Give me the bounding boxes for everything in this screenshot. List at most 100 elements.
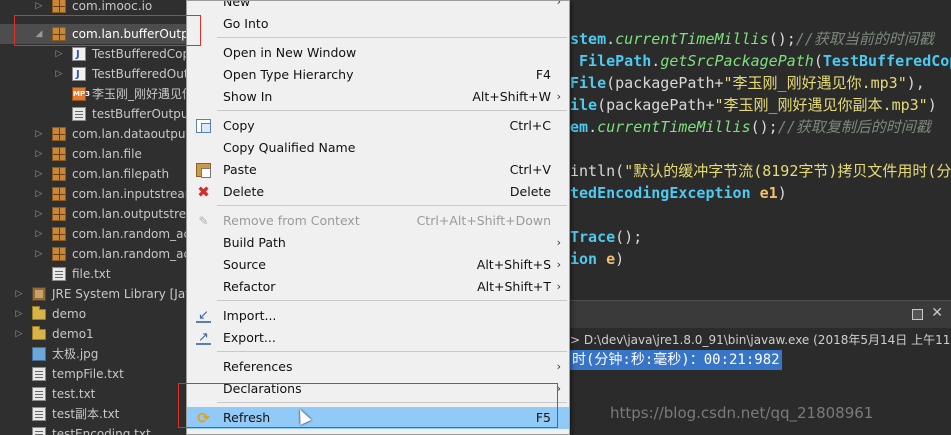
- tree-item-label: test.txt: [52, 387, 96, 401]
- menu-separator: [217, 37, 567, 38]
- tree-item[interactable]: ▷ com.lan.random_access2: [0, 244, 192, 264]
- expand-arrow-icon[interactable]: ▷: [54, 44, 64, 64]
- expand-arrow-icon[interactable]: ▷: [34, 164, 44, 184]
- tree-item[interactable]: ▷ demo: [0, 304, 192, 324]
- tree-item[interactable]: ▷ com.lan.file: [0, 144, 192, 164]
- java-glyph: J: [76, 69, 80, 80]
- context-menu: New › Go Into Open in New Window Open Type H…: [186, 0, 570, 435]
- code-token: (packagePath+: [606, 74, 724, 92]
- menu-item-label: Refresh: [223, 410, 271, 425]
- menu-item-paste[interactable]: Paste Ctrl+V: [187, 159, 569, 181]
- tree-item[interactable]: ▷ J TestBufferedOutputstream.java: [0, 64, 192, 84]
- java-file-icon: J: [72, 67, 86, 81]
- close-icon[interactable]: ✕: [931, 305, 943, 321]
- menu-item-delete[interactable]: ✖ Delete Delete: [187, 181, 569, 203]
- menu-item-refresh[interactable]: ⟳ Refresh F5: [187, 407, 569, 429]
- menu-separator: [217, 110, 567, 111]
- code-line: stem.currentTimeMillis();//获取当前的时间戳: [570, 28, 934, 50]
- menu-item-label: Paste: [223, 162, 257, 177]
- menu-item-label: New: [223, 0, 251, 9]
- tree-item[interactable]: test.txt: [0, 384, 192, 404]
- code-token: ile: [570, 96, 598, 114]
- menu-item-references[interactable]: References ›: [187, 356, 569, 378]
- package-icon: [52, 187, 66, 201]
- expand-arrow-icon[interactable]: ▷: [34, 244, 44, 264]
- menu-item-source[interactable]: Source Alt+Shift+S ›: [187, 254, 569, 276]
- code-token: tedEncodingException: [570, 184, 751, 202]
- tree-item[interactable]: MP3李玉刚_刚好遇见你.mp3: [0, 84, 192, 104]
- menu-item-open-type-hierarchy[interactable]: Open Type Hierarchy F4: [187, 64, 569, 86]
- package-icon: [52, 27, 66, 41]
- tree-item-label: JRE System Library [JavaSE-1.8]: [52, 287, 192, 301]
- tree-item[interactable]: ▷ com.lan.random_access: [0, 224, 192, 244]
- tree-item[interactable]: testBufferOutputstream.txt: [0, 104, 192, 124]
- menu-item-show-in[interactable]: Show In Alt+Shift+W ›: [187, 86, 569, 108]
- tree-item-label: testEncoding.txt: [52, 427, 151, 435]
- code-token: currentTimeMillis: [597, 118, 751, 136]
- tree-item[interactable]: ▷ com.lan.filepath: [0, 164, 192, 184]
- tree-item[interactable]: ▷ com.lan.dataoutputstream: [0, 124, 192, 144]
- code-token: ): [927, 96, 937, 114]
- expand-arrow-icon[interactable]: ▷: [34, 0, 44, 16]
- menu-item-import[interactable]: Import...: [187, 305, 569, 327]
- code-token: "默认的缓冲字节流(8192字节)拷贝文件用时(分钟:秒:毫秒)": [624, 162, 951, 180]
- menu-separator: [217, 205, 567, 206]
- minimize-icon[interactable]: [912, 309, 923, 320]
- code-line: intln("默认的缓冲字节流(8192字节)拷贝文件用时(分钟:秒:毫秒)": [570, 160, 951, 182]
- submenu-arrow-icon: ›: [556, 280, 561, 293]
- code-token: em: [570, 118, 589, 136]
- tree-item[interactable]: ▷ J TestBufferedCopy.java: [0, 44, 192, 64]
- expand-arrow-icon[interactable]: ▷: [34, 124, 44, 144]
- console-output-selection[interactable]: 时(分钟:秒:毫秒)：00:21:982: [570, 350, 782, 370]
- tree-item[interactable]: ▷ demo1: [0, 324, 192, 344]
- tree-item[interactable]: ▷ com.lan.inputstream: [0, 184, 192, 204]
- tree-item[interactable]: tempFile.txt: [0, 364, 192, 384]
- tree-item[interactable]: ◢ com.lan.bufferOutputstream: [0, 24, 192, 44]
- code-editor[interactable]: stem.currentTimeMillis();//获取当前的时间戳 File…: [570, 0, 951, 275]
- code-token: File: [570, 74, 607, 92]
- menu-item-copy[interactable]: Copy Ctrl+C: [187, 115, 569, 137]
- tree-item[interactable]: file.txt: [0, 264, 192, 284]
- tree-item[interactable]: ▷ com.lan.outputstream: [0, 204, 192, 224]
- menu-item-open-in-new-window[interactable]: Open in New Window: [187, 42, 569, 64]
- menu-separator: [217, 300, 567, 301]
- expand-arrow-icon[interactable]: ▷: [54, 64, 64, 84]
- expand-arrow-icon[interactable]: ▷: [14, 284, 24, 304]
- menu-item-new[interactable]: New ›: [187, 0, 569, 13]
- tree-item-label: com.lan.outputstream: [72, 207, 192, 221]
- tree-item[interactable]: ▷ JRE System Library [JavaSE-1.8]: [0, 284, 192, 304]
- mp3-glyph: MP3: [73, 90, 90, 98]
- expand-arrow-icon[interactable]: ▷: [34, 144, 44, 164]
- expand-arrow-icon[interactable]: ▷: [14, 324, 24, 344]
- menu-item-assign-working-sets[interactable]: Assign Working Sets...: [187, 429, 569, 434]
- tree-item-label: TestBufferedCopy.java: [92, 47, 192, 61]
- menu-item-shortcut: Ctrl+Alt+Shift+Down: [416, 213, 551, 228]
- code-token: //获取当前的时间戳: [795, 30, 934, 48]
- expand-arrow-icon[interactable]: ◢: [34, 24, 44, 44]
- menu-item-declarations[interactable]: Declarations ›: [187, 378, 569, 400]
- text-file-icon: [72, 107, 86, 121]
- tree-item[interactable]: testEncoding.txt: [0, 424, 192, 435]
- menu-item-shortcut: Delete: [509, 184, 551, 199]
- tree-item[interactable]: test副本.txt: [0, 404, 192, 424]
- expand-arrow-icon[interactable]: ▷: [34, 224, 44, 244]
- code-line: File(packagePath+"李玉刚_刚好遇见你.mp3"),: [570, 72, 925, 94]
- menu-item-label: Declarations: [223, 381, 302, 396]
- tree-item-label: file.txt: [72, 267, 111, 281]
- folder-icon: [32, 326, 46, 340]
- menu-item-export[interactable]: Export...: [187, 327, 569, 349]
- package-icon: [52, 247, 66, 261]
- menu-item-go-into[interactable]: Go Into: [187, 13, 569, 35]
- tree-item[interactable]: ▷ com.imooc.io: [0, 0, 192, 16]
- tree-item[interactable]: 太极.jpg: [0, 344, 192, 364]
- expand-arrow-icon[interactable]: ▷: [34, 204, 44, 224]
- menu-item-refactor[interactable]: Refactor Alt+Shift+T ›: [187, 276, 569, 298]
- java-glyph: J: [76, 49, 80, 60]
- menu-item-copy-qualified-name[interactable]: Copy Qualified Name: [187, 137, 569, 159]
- copy-icon: [196, 119, 211, 133]
- menu-item-build-path[interactable]: Build Path ›: [187, 232, 569, 254]
- menu-item-shortcut: F4: [535, 67, 551, 82]
- expand-arrow-icon[interactable]: ▷: [34, 184, 44, 204]
- expand-arrow-icon[interactable]: ▷: [14, 304, 24, 324]
